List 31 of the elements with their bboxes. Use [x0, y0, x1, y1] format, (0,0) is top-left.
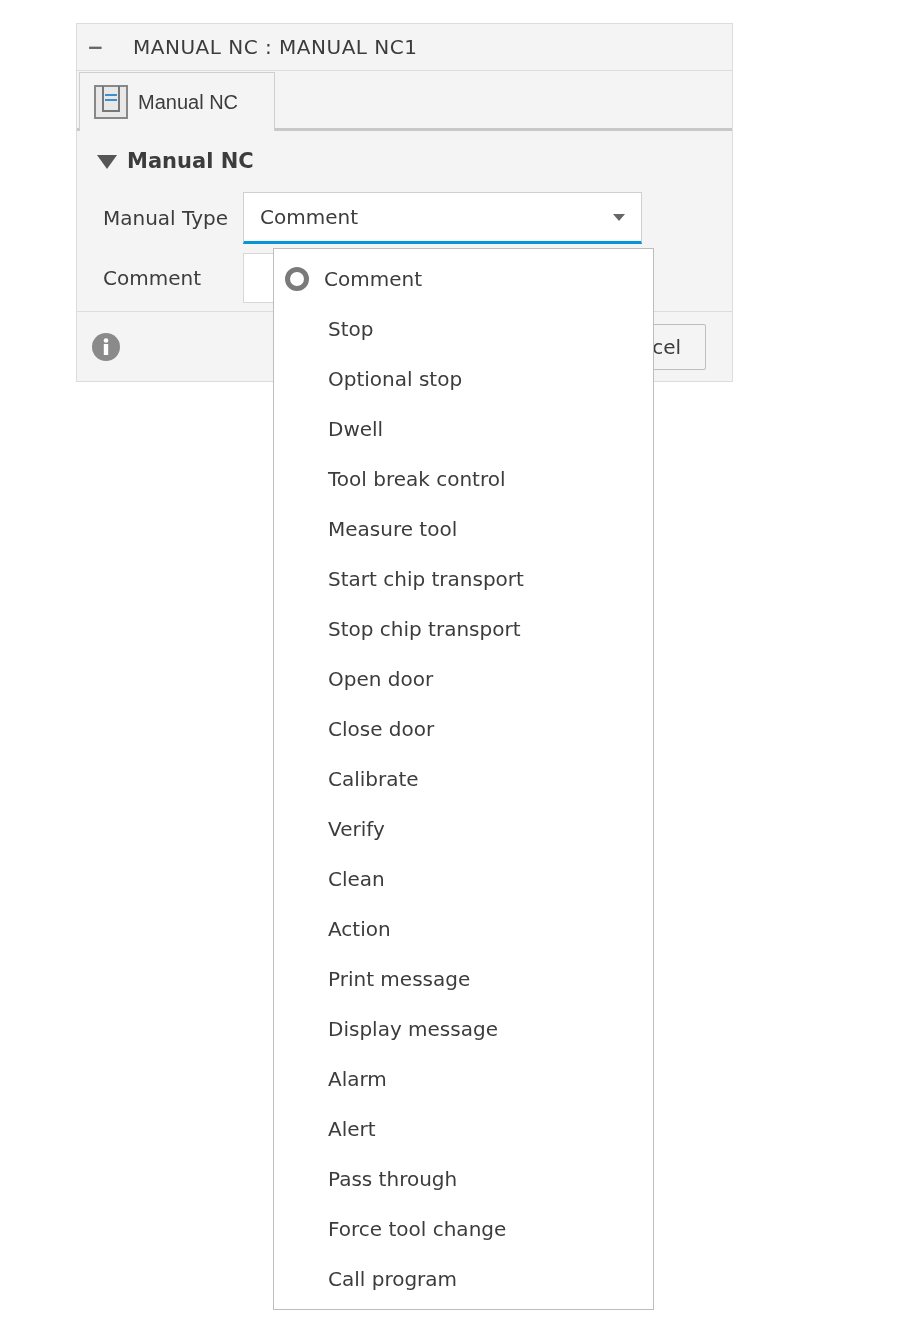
dropdown-option[interactable]: Clean — [274, 854, 653, 904]
dropdown-option[interactable]: Alert — [274, 1104, 653, 1154]
dropdown-option[interactable]: Alarm — [274, 1054, 653, 1104]
dropdown-caret-icon — [613, 213, 625, 221]
dropdown-option[interactable]: Call program — [274, 1254, 653, 1304]
info-icon[interactable] — [91, 331, 121, 362]
dropdown-option[interactable]: Stop chip transport — [274, 604, 653, 654]
dropdown-option[interactable]: Verify — [274, 804, 653, 854]
dropdown-option[interactable]: Calibrate — [274, 754, 653, 804]
dropdown-option[interactable]: Open door — [274, 654, 653, 704]
dropdown-option[interactable]: Display message — [274, 1004, 653, 1054]
dropdown-option[interactable]: Close door — [274, 704, 653, 754]
radio-icon — [284, 266, 310, 292]
tab[interactable]: Manual NC — [79, 72, 275, 131]
type-select[interactable]: Comment — [243, 192, 642, 244]
collapse-button[interactable]: − — [77, 37, 117, 57]
dropdown-option[interactable]: Dwell — [274, 404, 653, 454]
panel-title: MANUAL NC : MANUAL NC1 — [133, 34, 418, 61]
dropdown-option[interactable]: Measure tool — [274, 504, 653, 554]
field-label: Manual Type — [102, 205, 229, 232]
dropdown-option[interactable]: Print message — [274, 954, 653, 1004]
dropdown-option[interactable]: Tool break control — [274, 454, 653, 504]
section-title: Manual NC — [127, 148, 254, 176]
dropdown-option[interactable]: Comment — [274, 254, 653, 304]
field-label: Comment — [102, 265, 202, 292]
dropdown-option[interactable]: Pass through — [274, 1154, 653, 1204]
dropdown-option[interactable]: Start chip transport — [274, 554, 653, 604]
dropdown-option[interactable]: Action — [274, 904, 653, 954]
document-icon — [94, 85, 128, 119]
dropdown-option[interactable]: Force tool change — [274, 1204, 653, 1254]
collapse-triangle-icon[interactable] — [97, 155, 117, 169]
